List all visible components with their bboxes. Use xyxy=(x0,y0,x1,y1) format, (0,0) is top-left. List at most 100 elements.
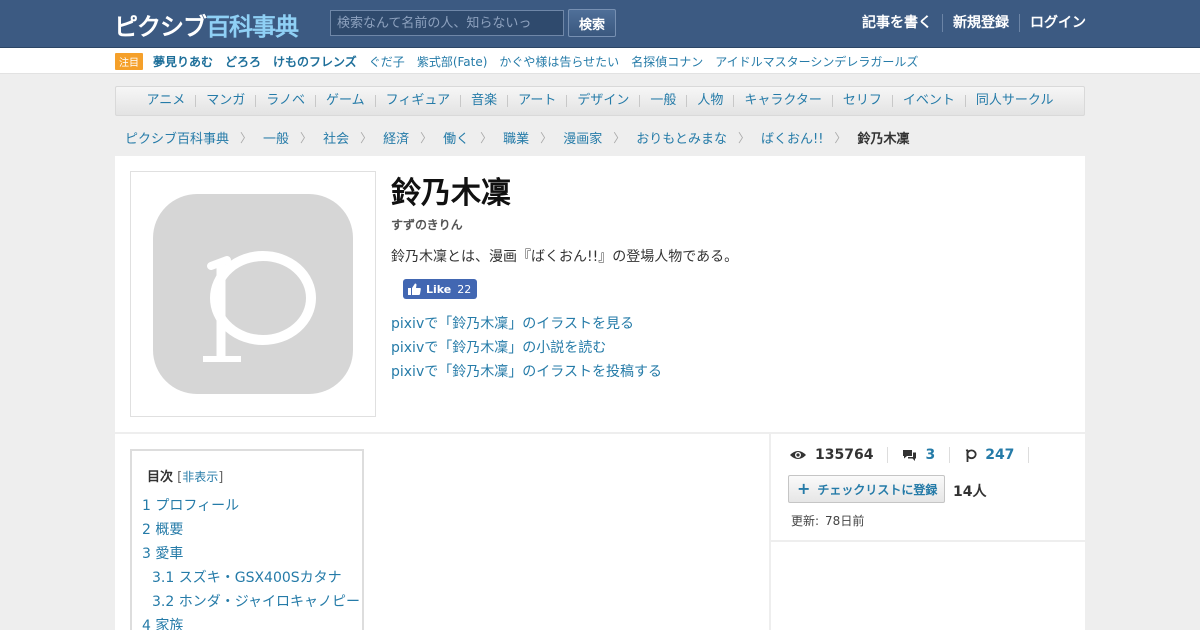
trending-item[interactable]: けものフレンズ xyxy=(273,53,357,70)
comments-icon xyxy=(903,449,917,461)
category-manga[interactable]: マンガ xyxy=(195,94,255,107)
pixiv-icon xyxy=(966,448,977,462)
breadcrumb-item[interactable]: おりもとみまな xyxy=(636,128,727,147)
category-quote[interactable]: セリフ xyxy=(831,94,892,107)
category-character[interactable]: キャラクター xyxy=(733,94,831,107)
trending-badge: 注目 xyxy=(115,53,143,70)
comment-count[interactable]: 3 xyxy=(902,447,951,463)
signup-link[interactable]: 新規登録 xyxy=(942,14,1019,32)
trending-item[interactable]: 紫式部(Fate) xyxy=(417,53,488,70)
category-figure[interactable]: フィギュア xyxy=(374,94,460,107)
trending-item[interactable]: 夢見りあむ xyxy=(153,53,213,70)
breadcrumb-separator-icon: 〉 xyxy=(360,131,373,145)
account-links: 記事を書く 新規登録 ログイン xyxy=(852,14,1086,32)
category-game[interactable]: ゲーム xyxy=(314,94,375,107)
site-header: ピクシブ百科事典 検索 記事を書く 新規登録 ログイン xyxy=(0,0,1200,48)
article-stats-panel: 135764 3 247 + チェックリストに登録 14人 更新: 78日前 xyxy=(771,434,1085,540)
trending-bar: 注目 夢見りあむ どろろ けものフレンズ ぐだ子 紫式部(Fate) かぐや様は… xyxy=(0,48,1200,74)
breadcrumb-separator-icon: 〉 xyxy=(300,131,313,145)
trending-item[interactable]: ぐだ子 xyxy=(369,53,405,70)
read-novels-link[interactable]: pixivで「鈴乃木凜」の小説を読む xyxy=(391,336,662,360)
breadcrumb-item[interactable]: 働く xyxy=(443,128,469,147)
toc-bracket: ] xyxy=(218,470,224,485)
checklist-button-label: チェックリストに登録 xyxy=(817,482,938,497)
logo-text-dictionary: 百科事典 xyxy=(206,12,299,41)
category-art[interactable]: アート xyxy=(507,94,566,107)
breadcrumb-separator-icon: 〉 xyxy=(737,131,750,145)
breadcrumb-separator-icon: 〉 xyxy=(480,131,493,145)
breadcrumb-item[interactable]: 一般 xyxy=(263,128,289,147)
toc-subitem[interactable]: 3.1 スズキ・GSX400Sカタナ xyxy=(142,566,360,590)
updated-value: 78日前 xyxy=(825,514,865,528)
breadcrumb-separator-icon: 〉 xyxy=(834,131,847,145)
trending-item[interactable]: 名探偵コナン xyxy=(631,53,703,70)
breadcrumb-item[interactable]: ピクシブ百科事典 xyxy=(125,128,229,147)
comment-count-value: 3 xyxy=(925,447,936,463)
view-illustrations-link[interactable]: pixivで「鈴乃木凜」のイラストを見る xyxy=(391,312,662,336)
breadcrumb-item[interactable]: 社会 xyxy=(323,128,349,147)
toc-item[interactable]: 3 愛車 xyxy=(142,542,360,566)
eye-icon xyxy=(790,451,806,459)
last-updated: 更新: 78日前 xyxy=(791,512,864,529)
pixiv-links: pixivで「鈴乃木凜」のイラストを見る pixivで「鈴乃木凜」の小説を読む … xyxy=(391,312,662,384)
category-event[interactable]: イベント xyxy=(891,94,965,107)
category-light-novel[interactable]: ラノベ xyxy=(255,94,315,107)
trending-item[interactable]: かぐや様は告らせたい xyxy=(499,53,619,70)
category-person[interactable]: 人物 xyxy=(686,94,733,107)
search-button[interactable]: 検索 xyxy=(568,9,616,37)
site-logo[interactable]: ピクシブ 百科事典 xyxy=(114,9,299,41)
category-design[interactable]: デザイン xyxy=(566,94,639,107)
category-anime[interactable]: アニメ xyxy=(136,94,195,107)
toc-label: 目次 xyxy=(147,470,174,485)
plus-icon: + xyxy=(797,479,811,498)
breadcrumb-separator-icon: 〉 xyxy=(613,131,626,145)
search-input[interactable] xyxy=(330,10,564,36)
view-count-value: 135764 xyxy=(815,447,874,463)
breadcrumb-separator-icon: 〉 xyxy=(240,131,253,145)
toc-subitem[interactable]: 3.2 ホンダ・ジャイロキャノピー xyxy=(142,590,360,614)
thumbs-up-icon xyxy=(408,283,421,295)
breadcrumb-current: 鈴乃木凜 xyxy=(857,132,910,147)
view-count: 135764 xyxy=(789,447,889,463)
breadcrumb-item[interactable]: ばくおん!! xyxy=(761,128,823,147)
article-thumbnail xyxy=(130,171,376,417)
pixiv-work-count[interactable]: 247 xyxy=(964,447,1030,463)
checklist-count: 14人 xyxy=(953,484,987,500)
sidebar-content-area xyxy=(771,542,1085,630)
toc-toggle-link[interactable]: 非表示 xyxy=(182,470,218,484)
facebook-like-button[interactable]: Like 22 xyxy=(403,279,478,299)
article-summary: 鈴乃木凜とは、漫画『ばくおん!!』の登場人物である。 xyxy=(391,249,739,265)
breadcrumb-item[interactable]: 職業 xyxy=(503,128,529,147)
toc-item[interactable]: 2 概要 xyxy=(142,518,360,542)
table-of-contents: 目次 [非表示] 1 プロフィール 2 概要 3 愛車 3.1 スズキ・GSX4… xyxy=(130,449,364,630)
pixiv-p-icon xyxy=(203,251,316,362)
logo-text-pixiv: ピクシブ xyxy=(114,12,207,41)
updated-label: 更新: xyxy=(791,514,820,528)
toc-item[interactable]: 4 家族 xyxy=(142,614,360,630)
toc-header: 目次 [非表示] xyxy=(147,466,223,485)
breadcrumb-item[interactable]: 経済 xyxy=(383,128,409,147)
article-body: 目次 [非表示] 1 プロフィール 2 概要 3 愛車 3.1 スズキ・GSX4… xyxy=(115,434,769,630)
like-label: Like xyxy=(426,282,452,296)
category-doujin-circle[interactable]: 同人サークル xyxy=(964,94,1064,107)
write-article-link[interactable]: 記事を書く xyxy=(852,14,942,32)
post-illustration-link[interactable]: pixivで「鈴乃木凜」のイラストを投稿する xyxy=(391,360,662,384)
breadcrumb-separator-icon: 〉 xyxy=(540,131,553,145)
stats-row: 135764 3 247 xyxy=(789,447,1030,463)
category-nav: アニメ マンガ ラノベ ゲーム フィギュア 音楽 アート デザイン 一般 人物 … xyxy=(115,86,1085,116)
add-to-checklist-button[interactable]: + チェックリストに登録 xyxy=(788,475,945,503)
like-count: 22 xyxy=(457,282,472,296)
trending-item[interactable]: アイドルマスターシンデレラガールズ xyxy=(715,53,918,70)
breadcrumb-separator-icon: 〉 xyxy=(420,131,433,145)
breadcrumb: ピクシブ百科事典〉 一般〉 社会〉 経済〉 働く〉 職業〉 漫画家〉 おりもとみ… xyxy=(125,128,909,147)
login-link[interactable]: ログイン xyxy=(1019,14,1086,32)
title-reading: すずのきりん xyxy=(391,218,463,232)
article-header: 鈴乃木凜 すずのきりん 鈴乃木凜とは、漫画『ばくおん!!』の登場人物である。 L… xyxy=(115,156,1085,432)
category-music[interactable]: 音楽 xyxy=(460,94,507,107)
toc-item[interactable]: 1 プロフィール xyxy=(142,494,360,518)
breadcrumb-item[interactable]: 漫画家 xyxy=(563,128,602,147)
category-general[interactable]: 一般 xyxy=(639,94,686,107)
page-title: 鈴乃木凜 xyxy=(391,176,511,211)
trending-item[interactable]: どろろ xyxy=(225,53,261,70)
toc-list: 1 プロフィール 2 概要 3 愛車 3.1 スズキ・GSX400Sカタナ 3.… xyxy=(142,494,360,630)
